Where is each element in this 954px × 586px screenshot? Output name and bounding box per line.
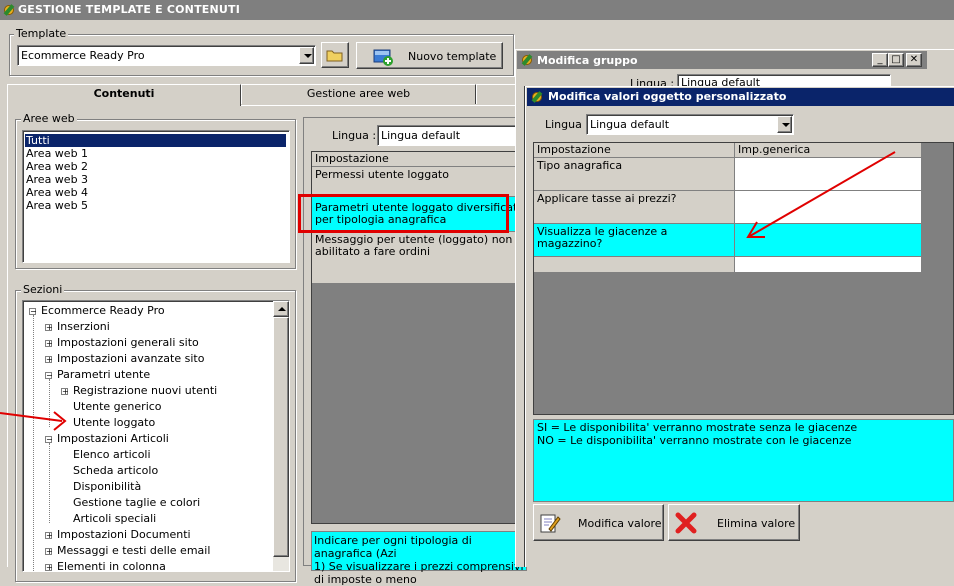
annotation-arrow-line — [749, 151, 896, 237]
tab-contenuti-label: Contenuti — [93, 87, 155, 100]
tab-contenuti[interactable]: Contenuti — [7, 84, 241, 106]
annotation-arrow-line — [0, 412, 63, 422]
